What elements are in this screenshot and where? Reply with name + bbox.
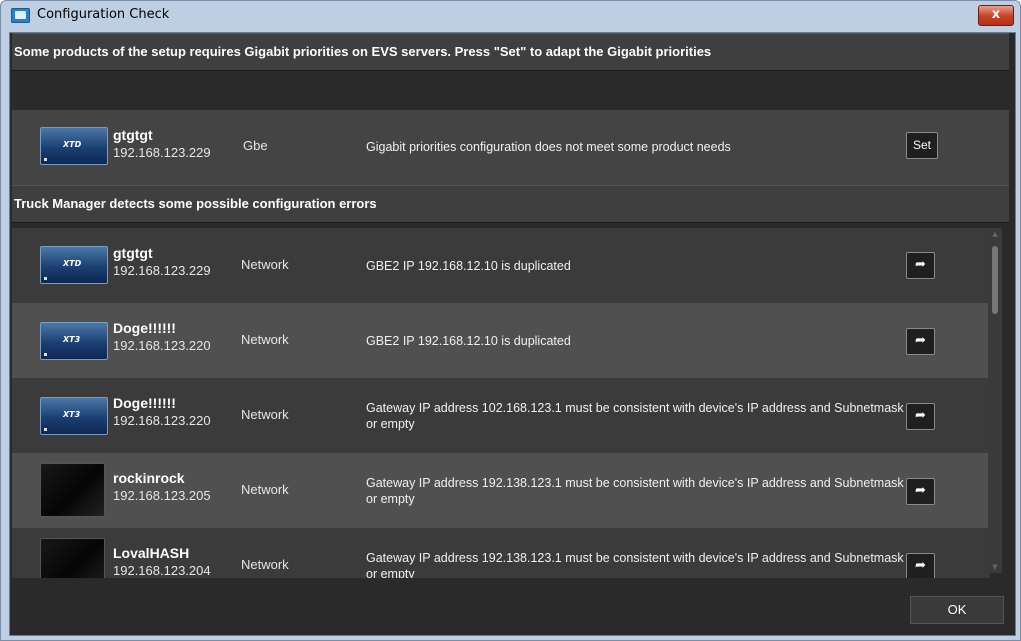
thumbnail-indicator [44, 353, 47, 356]
issue-message: Gateway IP address 102.168.123.1 must be… [366, 401, 904, 431]
issue-category: Network [241, 332, 289, 347]
app-icon [11, 8, 30, 23]
close-button[interactable]: x [978, 5, 1014, 26]
xt3-server-thumbnail: XT3 [40, 397, 108, 435]
issue-category: Network [241, 557, 289, 572]
dialog-content: Some products of the setup requires Giga… [9, 32, 1016, 636]
go-to-arrow-icon[interactable]: ➦ [906, 478, 935, 505]
issue-message: Gateway IP address 192.138.123.1 must be… [366, 476, 904, 506]
xt3-server-thumbnail: XT3 [40, 322, 108, 360]
errors-section-header-text: Truck Manager detects some possible conf… [14, 196, 377, 211]
device-ip: 192.168.123.229 [113, 263, 211, 278]
error-row: LovalHASH 192.168.123.204 Network Gatewa… [12, 528, 990, 578]
scrollbar-thumb[interactable] [992, 246, 998, 314]
window-title: Configuration Check [37, 7, 170, 22]
gigabit-row: XTD gtgtgt 192.168.123.229 Gbe Gigabit p… [12, 110, 1009, 185]
gigabit-section-header-text: Some products of the setup requires Giga… [14, 44, 712, 59]
set-button[interactable]: Set [906, 132, 938, 159]
error-row: XT3 Doge!!!!!! 192.168.123.220 Network G… [12, 303, 990, 378]
go-to-arrow-icon[interactable]: ➦ [906, 252, 935, 279]
device-ip: 192.168.123.205 [113, 488, 211, 503]
issue-category: Network [241, 407, 289, 422]
issue-message: Gigabit priorities configuration does no… [366, 140, 731, 154]
device-name: LovalHASH [113, 545, 190, 561]
gigabit-section-header: Some products of the setup requires Giga… [12, 33, 1009, 71]
issue-category: Network [241, 482, 289, 497]
issue-message: Gateway IP address 192.138.123.1 must be… [366, 551, 904, 578]
touch-screen-thumbnail [40, 538, 105, 578]
error-row: XTD gtgtgt 192.168.123.229 Network GBE2 … [12, 228, 990, 303]
device-ip: 192.168.123.220 [113, 413, 211, 428]
scroll-up-arrow-icon[interactable]: ▲ [991, 230, 999, 238]
error-row: rockinrock 192.168.123.205 Network Gatew… [12, 453, 990, 528]
touch-screen-thumbnail [40, 463, 105, 517]
device-name: gtgtgt [113, 127, 153, 143]
error-row: XT3 Doge!!!!!! 192.168.123.220 Network G… [12, 378, 990, 453]
device-ip: 192.168.123.204 [113, 563, 211, 578]
xtd-server-thumbnail: XTD [40, 246, 108, 284]
thumbnail-badge: XTD [63, 140, 82, 149]
device-name: Doge!!!!!! [113, 395, 176, 411]
device-ip: 192.168.123.229 [113, 145, 211, 160]
title-bar: Configuration Check x [1, 1, 1020, 31]
thumbnail-badge: XT3 [63, 410, 81, 419]
issue-message: GBE2 IP 192.168.12.10 is duplicated [366, 334, 571, 348]
xtd-server-thumbnail: XTD [40, 127, 108, 165]
ok-button[interactable]: OK [910, 596, 1004, 624]
errors-section-header: Truck Manager detects some possible conf… [12, 185, 1009, 223]
thumbnail-indicator [44, 428, 47, 431]
device-name: rockinrock [113, 470, 185, 486]
scroll-down-arrow-icon[interactable]: ▼ [991, 563, 999, 571]
issue-message: GBE2 IP 192.168.12.10 is duplicated [366, 259, 571, 273]
issue-category: Network [241, 257, 289, 272]
thumbnail-indicator [44, 158, 47, 161]
device-name: Doge!!!!!! [113, 320, 176, 336]
configuration-check-window: Configuration Check x Some products of t… [0, 0, 1021, 641]
error-list-scrollbar[interactable]: ▲ ▼ [988, 228, 1002, 573]
go-to-arrow-icon[interactable]: ➦ [906, 328, 935, 355]
thumbnail-badge: XTD [63, 259, 82, 268]
thumbnail-indicator [44, 277, 47, 280]
thumbnail-badge: XT3 [63, 335, 81, 344]
device-ip: 192.168.123.220 [113, 338, 211, 353]
go-to-arrow-icon[interactable]: ➦ [906, 403, 935, 430]
issue-category: Gbe [243, 138, 268, 153]
go-to-arrow-icon[interactable]: ➦ [906, 553, 935, 578]
dialog-footer: OK [10, 578, 1015, 635]
device-name: gtgtgt [113, 245, 153, 261]
